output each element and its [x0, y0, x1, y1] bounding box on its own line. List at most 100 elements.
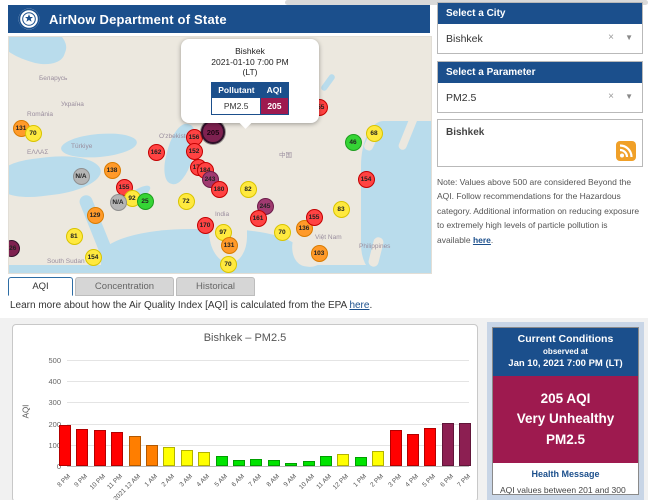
cc-datetime: Jan 10, 2021 7:00 PM (LT) [497, 358, 634, 369]
clear-icon[interactable]: × [608, 91, 614, 102]
aqi-marker-161[interactable]: 161 [250, 210, 267, 227]
chevron-down-icon[interactable]: ▼ [625, 92, 633, 101]
gridline [67, 466, 469, 467]
bar-6-AM[interactable] [233, 460, 245, 466]
city-select-value: Bishkek [446, 33, 483, 45]
aqi-marker-226[interactable]: 226 [8, 240, 20, 257]
aqi-marker-155[interactable]: 155 [306, 209, 323, 226]
bar-7-PM[interactable] [459, 423, 471, 466]
aqi-marker-152[interactable]: 152 [186, 143, 203, 160]
dos-seal-logo [18, 8, 40, 30]
map-label: Україна [61, 101, 84, 108]
aqi-marker-81[interactable]: 81 [66, 228, 83, 245]
bar-3-AM[interactable] [181, 450, 193, 466]
cc-aqi-block: 205 AQI Very Unhealthy PM2.5 [493, 376, 638, 463]
popup-pollutant-value: PM2.5 [212, 97, 261, 114]
aqi-marker-138[interactable]: 138 [104, 162, 121, 179]
tab-historical[interactable]: Historical [176, 277, 255, 296]
popup-datetime: 2021-01-10 7:00 PM [186, 57, 314, 68]
epa-link[interactable]: here [349, 300, 369, 311]
bar-9-AM[interactable] [285, 463, 297, 466]
bar-1-AM[interactable] [146, 445, 158, 466]
bar-4-PM[interactable] [407, 434, 419, 466]
map-label: Việt Nam [315, 234, 342, 241]
page-title: AirNow Department of State [49, 12, 227, 27]
aqi-marker-46[interactable]: 46 [345, 134, 362, 151]
note-body: Note: Values above 500 are considered Be… [437, 177, 639, 245]
bar-3-PM[interactable] [390, 430, 402, 466]
select-city-panel: Select a City Bishkek × ▼ [437, 2, 643, 54]
aqi-marker-180[interactable]: 180 [211, 181, 228, 198]
bar-1-PM[interactable] [355, 457, 367, 466]
aqi-marker-25[interactable]: 25 [137, 193, 154, 210]
gridline [67, 424, 469, 425]
bar-12-PM[interactable] [337, 454, 349, 466]
bar-8-PM[interactable] [59, 425, 71, 466]
aqi-marker-82[interactable]: 82 [240, 181, 257, 198]
aqi-marker-205[interactable]: 205 [201, 120, 225, 144]
bar-2-PM[interactable] [372, 451, 384, 466]
y-tick-label: 200 [39, 420, 61, 429]
y-tick-label: 400 [39, 377, 61, 386]
bar-9-PM[interactable] [76, 429, 88, 466]
map[interactable]: БеларусьУкраїнаRomâniaTürkiyeΕΛΛΑΣO'zbek… [8, 36, 432, 274]
rss-icon[interactable] [616, 141, 636, 161]
parameter-select[interactable]: PM2.5 × ▼ [438, 83, 642, 112]
bar-5-AM[interactable] [216, 456, 228, 466]
learn-more-text: Learn more about how the Air Quality Ind… [10, 300, 372, 311]
bar-7-AM[interactable] [250, 459, 262, 466]
chart-card: Bishkek – PM2.5 AQI 01002003004005008 PM… [12, 324, 478, 500]
map-label: România [27, 111, 53, 118]
bar-4-AM[interactable] [198, 452, 210, 466]
feed-city-label: Bishkek [446, 127, 484, 138]
learn-more-suffix: . [369, 300, 372, 311]
rss-feed-box: Bishkek [437, 119, 643, 167]
aqi-marker-170[interactable]: 170 [197, 217, 214, 234]
select-parameter-panel: Select a Parameter PM2.5 × ▼ [437, 61, 643, 113]
bar-10-AM[interactable] [303, 461, 315, 466]
aqi-marker-83[interactable]: 83 [333, 201, 350, 218]
aqi-marker-70[interactable]: 70 [220, 256, 237, 273]
map-label: Беларусь [39, 75, 67, 82]
aqi-marker-NA[interactable]: N/A [110, 194, 127, 211]
aqi-marker-131[interactable]: 131 [221, 237, 238, 254]
cc-category: Very Unhealthy [497, 409, 634, 429]
bar-2021-12-AM[interactable] [129, 436, 141, 466]
app-header: AirNow Department of State [8, 5, 430, 33]
city-select[interactable]: Bishkek × ▼ [438, 24, 642, 53]
select-city-header: Select a City [438, 3, 642, 24]
cc-health-block: Health Message AQI values between 201 an… [493, 463, 638, 495]
select-parameter-header: Select a Parameter [438, 62, 642, 83]
map-popup: Bishkek 2021-01-10 7:00 PM (LT) Pollutan… [181, 39, 319, 123]
bar-11-AM[interactable] [320, 456, 332, 466]
bar-6-PM[interactable] [442, 423, 454, 466]
aqi-marker-129[interactable]: 129 [87, 207, 104, 224]
aqi-marker-103[interactable]: 103 [311, 245, 328, 262]
aqi-marker-70[interactable]: 70 [25, 125, 42, 142]
bar-2-AM[interactable] [163, 447, 175, 466]
learn-more-label: Learn more about how the Air Quality Ind… [10, 300, 347, 311]
note-here-link[interactable]: here [473, 235, 491, 245]
map-water [320, 73, 336, 92]
aqi-marker-68[interactable]: 68 [366, 125, 383, 142]
bar-11-PM[interactable] [111, 432, 123, 466]
bar-10-PM[interactable] [94, 430, 106, 466]
bar-8-AM[interactable] [268, 460, 280, 466]
clear-icon[interactable]: × [608, 32, 614, 43]
cc-observed-label: observed at [497, 347, 634, 356]
popup-aqi-value: 205 [261, 97, 289, 114]
bar-5-PM[interactable] [424, 428, 436, 466]
aqi-marker-154[interactable]: 154 [358, 171, 375, 188]
aqi-marker-72[interactable]: 72 [178, 193, 195, 210]
map-label: India [215, 211, 229, 218]
aqi-marker-70[interactable]: 70 [274, 224, 291, 241]
cc-aqi-value: 205 AQI [497, 389, 634, 409]
aqi-marker-NA[interactable]: N/A [73, 168, 90, 185]
tab-concentration[interactable]: Concentration [75, 277, 174, 296]
tab-aqi[interactable]: AQI [8, 277, 73, 296]
chart-y-axis-label: AQI [21, 405, 30, 419]
chevron-down-icon[interactable]: ▼ [625, 33, 633, 42]
aqi-marker-154[interactable]: 154 [85, 249, 102, 266]
aqi-marker-162[interactable]: 162 [148, 144, 165, 161]
popup-timezone: (LT) [186, 67, 314, 78]
